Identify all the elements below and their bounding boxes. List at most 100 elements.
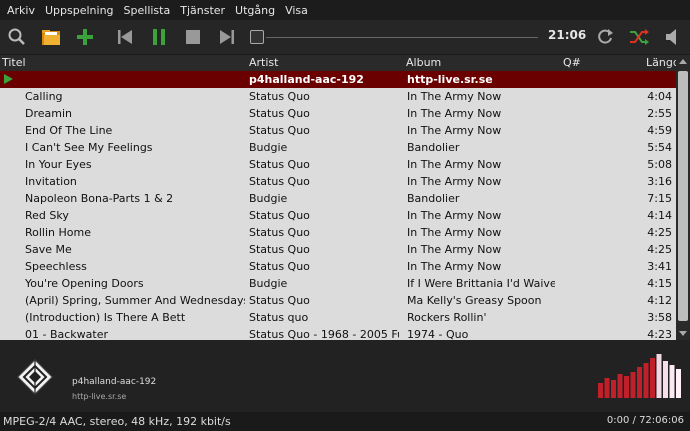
track-album: In The Army Now	[407, 175, 502, 188]
track-artist: Status Quo	[249, 124, 310, 137]
table-row[interactable]: Red Sky Status Quo In The Army Now 4:14	[0, 207, 676, 224]
status-bar: MPEG-2/4 AAC, stereo, 48 kHz, 192 kbit/s…	[0, 412, 690, 431]
table-row[interactable]: Speechless Status Quo In The Army Now 3:41	[0, 258, 676, 275]
track-title: (April) Spring, Summer And Wednesdays	[25, 294, 245, 307]
visualizer-bar	[630, 372, 636, 398]
track-artist: Status quo	[249, 311, 309, 324]
track-artist: Status Quo - 1968 - 2005 Full	[249, 328, 399, 340]
visualizer-bar	[669, 365, 675, 398]
column-header-artist[interactable]: Artist	[249, 56, 278, 69]
visualizer-bar	[663, 361, 668, 398]
add-icon[interactable]	[72, 24, 98, 50]
menu-item[interactable]: Tjänster	[177, 4, 232, 17]
track-title: Red Sky	[25, 209, 69, 222]
track-artist: Status Quo	[249, 90, 310, 103]
seek-slider-handle[interactable]	[250, 30, 264, 44]
track-album: In The Army Now	[407, 226, 502, 239]
playlist[interactable]: p4halland-aac-192 http-live.sr.se Callin…	[0, 71, 676, 340]
toolbar: 21:06	[0, 20, 690, 54]
table-row[interactable]: Calling Status Quo In The Army Now 4:04	[0, 88, 676, 105]
track-length: 2:55	[647, 107, 672, 120]
track-title: In Your Eyes	[25, 158, 92, 171]
column-header-title[interactable]: Titel	[2, 56, 26, 69]
table-row[interactable]: 01 - Backwater Status Quo - 1968 - 2005 F…	[0, 326, 676, 340]
menu-item[interactable]: Arkiv	[4, 4, 42, 17]
track-length: 5:08	[647, 158, 672, 171]
table-row[interactable]: In Your Eyes Status Quo In The Army Now 5:0…	[0, 156, 676, 173]
skip-forward-icon[interactable]	[214, 24, 240, 50]
table-row[interactable]: (Introduction) Is There A Bett Status quo…	[0, 309, 676, 326]
track-artist: Budgie	[249, 192, 288, 205]
track-artist: Status Quo	[249, 175, 310, 188]
now-playing-panel: p4halland-aac-192 http-live.sr.se	[0, 340, 690, 412]
track-length: 4:25	[647, 226, 672, 239]
track-title: Napoleon Bona-Parts 1 & 2	[25, 192, 174, 205]
stop-icon[interactable]	[180, 24, 206, 50]
now-playing-title: p4halland-aac-192	[72, 377, 157, 387]
track-title: Invitation	[25, 175, 77, 188]
track-title: Dreamin	[25, 107, 73, 120]
column-header-album[interactable]: Album	[406, 56, 441, 69]
play-indicator-icon	[4, 74, 13, 84]
track-length: 4:15	[647, 277, 672, 290]
repeat-icon[interactable]	[592, 24, 618, 50]
visualizer-bar	[604, 378, 610, 398]
track-album: In The Army Now	[407, 107, 502, 120]
track-title: (Introduction) Is There A Bett	[25, 311, 186, 324]
table-row[interactable]: You're Opening Doors Budgie If I Were Brit…	[0, 275, 676, 292]
current-track-row[interactable]: p4halland-aac-192 http-live.sr.se	[0, 71, 676, 88]
spectrum-visualizer[interactable]	[598, 352, 684, 400]
album-art-icon	[14, 356, 56, 398]
table-row[interactable]: I Can't See My Feelings Budgie Bandolier 5:…	[0, 139, 676, 156]
track-length: 4:12	[647, 294, 672, 307]
track-title: 01 - Backwater	[25, 328, 109, 340]
track-album: In The Army Now	[407, 124, 502, 137]
table-row[interactable]: Save Me Status Quo In The Army Now 4:25	[0, 241, 676, 258]
track-length: 3:58	[647, 311, 672, 324]
folder-open-icon[interactable]	[38, 24, 64, 50]
track-artist: Status Quo	[249, 226, 310, 239]
visualizer-bar	[617, 374, 623, 398]
menu-item[interactable]: Visa	[282, 4, 315, 17]
seek-slider-track[interactable]	[266, 37, 538, 38]
track-title: You're Opening Doors	[25, 277, 144, 290]
table-row[interactable]: Invitation Status Quo In The Army Now 3:16	[0, 173, 676, 190]
pause-icon[interactable]	[146, 24, 172, 50]
track-length: 3:16	[647, 175, 672, 188]
menu-bar: Arkiv Uppspelning Spellista Tjänster Utgång V…	[0, 0, 690, 20]
menu-item[interactable]: Utgång	[232, 4, 282, 17]
track-artist: p4halland-aac-192	[249, 73, 364, 86]
table-row[interactable]: Rollin Home Status Quo In The Army Now 4:25	[0, 224, 676, 241]
track-album: Bandolier	[407, 141, 460, 154]
track-album: In The Army Now	[407, 209, 502, 222]
search-icon[interactable]	[4, 24, 30, 50]
track-artist: Budgie	[249, 277, 288, 290]
table-row[interactable]: Dreamin Status Quo In The Army Now 2:55	[0, 105, 676, 122]
track-album: In The Army Now	[407, 260, 502, 273]
table-row[interactable]: End Of The Line Status Quo In The Army Now…	[0, 122, 676, 139]
table-row[interactable]: Napoleon Bona-Parts 1 & 2 Budgie Bandolier…	[0, 190, 676, 207]
visualizer-bar	[676, 369, 681, 398]
track-title: I Can't See My Feelings	[25, 141, 153, 154]
track-title: Save Me	[25, 243, 72, 256]
track-length: 4:04	[647, 90, 672, 103]
track-album: In The Army Now	[407, 243, 502, 256]
scroll-up-icon[interactable]	[679, 59, 687, 64]
visualizer-bar	[637, 367, 642, 398]
scroll-down-icon[interactable]	[679, 331, 687, 336]
track-artist: Status Quo	[249, 260, 310, 273]
playlist-scrollbar[interactable]	[676, 55, 690, 340]
table-row[interactable]: (April) Spring, Summer And Wednesdays Sta…	[0, 292, 676, 309]
visualizer-bar	[650, 358, 655, 398]
track-album: Rockers Rollin'	[407, 311, 487, 324]
skip-back-icon[interactable]	[112, 24, 138, 50]
track-album: Ma Kelly's Greasy Spoon	[407, 294, 542, 307]
column-header-queue[interactable]: Q#	[563, 56, 581, 69]
menu-item[interactable]: Uppspelning	[42, 4, 121, 17]
menu-item[interactable]: Spellista	[121, 4, 178, 17]
volume-icon[interactable]	[660, 24, 686, 50]
column-header-length[interactable]: Längd	[646, 56, 680, 69]
shuffle-icon[interactable]	[626, 24, 652, 50]
scrollbar-thumb[interactable]	[678, 71, 688, 321]
now-playing-subtitle: http-live.sr.se	[72, 392, 127, 401]
